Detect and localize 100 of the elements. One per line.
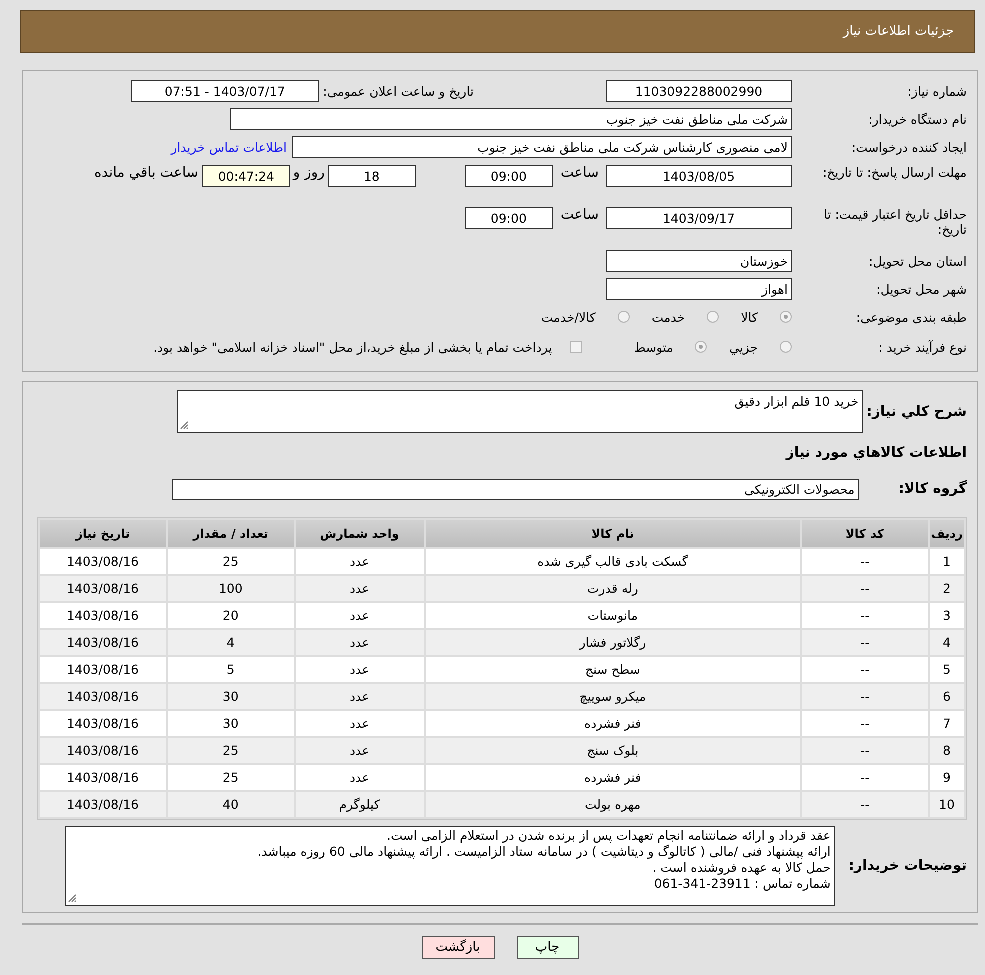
table-cell: فنر فشرده	[426, 711, 800, 736]
table-cell: گسکت بادی قالب گیری شده	[426, 549, 800, 574]
table-cell: 1403/08/16	[40, 765, 166, 790]
table-cell: --	[802, 765, 928, 790]
field-label: شماره نیاز:	[906, 84, 967, 98]
table-cell: 1403/08/16	[40, 738, 166, 763]
table-cell: 3	[930, 603, 964, 628]
table-cell: --	[802, 630, 928, 655]
radio-button[interactable]	[780, 341, 792, 353]
column-header: واحد شمارش	[296, 520, 424, 547]
buyer-field: شرکت ملی مناطق نفت خیز جنوب	[230, 108, 792, 130]
creator-field: لامی منصوری کارشناس شرکت ملی مناطق نفت خیز جنوب	[292, 136, 792, 158]
field-label: تاریخ و ساعت اعلان عمومی:	[323, 84, 474, 98]
announce-date-field: 1403/07/17 - 07:51	[131, 80, 320, 102]
time-label: ساعت	[560, 165, 599, 181]
resize-grip-icon[interactable]	[180, 421, 189, 430]
table-cell: --	[802, 711, 928, 736]
table-cell: رله قدرت	[426, 576, 800, 601]
table-cell: --	[802, 684, 928, 709]
goods-group-field: محصولات الکترونیکی	[172, 478, 859, 500]
radio-button[interactable]	[707, 311, 720, 323]
table-cell: 1	[930, 549, 964, 574]
table-cell: 25	[168, 738, 294, 763]
checkbox[interactable]	[570, 341, 582, 353]
need-number-field: 1103092288002990	[606, 80, 792, 102]
table-cell: 40	[168, 792, 294, 817]
table-cell: 1403/08/16	[40, 549, 166, 574]
remaining-time-field: 00:47:24	[202, 165, 290, 187]
option-label: خدمت	[652, 310, 686, 324]
field-label: مهلت ارسال پاسخ: تا تاریخ:	[822, 165, 967, 180]
column-header: کد کالا	[802, 520, 928, 547]
table-cell: --	[802, 738, 928, 763]
table-cell: مهره بولت	[426, 792, 800, 817]
notes-text: عقد قرداد و ارائه ضمانتنامه انجام تعهدات پس از برنده شدن در استعلام الزامی است. ارائه پیشنهاد فنی /مالی ( کاتالوگ و دیتاشیت ) در سامانه ستاد الزامیست . ارائه پیشنهاد مالی 60 روزه میباشد. حمل کالا به عهده فروشنده است . شماره تماس : 23911-341-061	[258, 828, 831, 891]
option-label: کالا/خدمت	[541, 310, 596, 324]
table-cell: 1403/08/16	[40, 792, 166, 817]
table-cell: 1403/08/16	[40, 711, 166, 736]
table-cell: --	[802, 576, 928, 601]
field-label: نوع فرآیند خرید :	[878, 340, 967, 354]
date-field: 1403/08/05	[606, 165, 792, 187]
table-cell: 5	[168, 657, 294, 682]
field-label: ایجاد کننده درخواست:	[850, 140, 967, 154]
province-field: خوزستان	[606, 250, 792, 272]
table-cell: 30	[168, 684, 294, 709]
table-cell: میکرو سوییچ	[426, 684, 800, 709]
table-cell: عدد	[296, 684, 424, 709]
table-cell: 7	[930, 711, 964, 736]
table-cell: عدد	[296, 549, 424, 574]
table-cell: 9	[930, 765, 964, 790]
option-label: جزيي	[729, 340, 758, 354]
city-field: اهواز	[606, 278, 792, 300]
field-label: توضیحات خریدار:	[848, 858, 967, 874]
table-cell: 8	[930, 738, 964, 763]
contact-link[interactable]: اطلاعات تماس خریدار	[171, 140, 287, 154]
table-cell: 6	[930, 684, 964, 709]
option-label: متوسط	[634, 340, 674, 354]
column-header: ردیف	[930, 520, 964, 547]
table-cell: --	[802, 792, 928, 817]
table-cell: کیلوگرم	[296, 792, 424, 817]
column-header: تعداد / مقدار	[168, 520, 294, 547]
table-cell: سطح سنج	[426, 657, 800, 682]
radio-button[interactable]	[780, 311, 792, 323]
table-cell: رگلاتور فشار	[426, 630, 800, 655]
field-label: حداقل تاریخ اعتبار قیمت: تا تاریخ:	[822, 207, 967, 237]
time-field: 09:00	[464, 207, 553, 229]
table-cell: --	[802, 603, 928, 628]
page-title: جزئیات اطلاعات نیاز	[20, 10, 975, 53]
print-button[interactable]: چاپ	[516, 936, 578, 959]
radio-button[interactable]	[618, 311, 630, 323]
table-cell: 30	[168, 711, 294, 736]
field-label: طبقه بندی موضوعی:	[855, 310, 967, 324]
summary-text: خرید 10 قلم ابزار دقیق	[734, 394, 859, 409]
field-label: نام دستگاه خریدار:	[868, 112, 967, 126]
table-cell: 1403/08/16	[40, 657, 166, 682]
back-button[interactable]: بازگشت	[422, 936, 494, 959]
table-cell: بلوک سنج	[426, 738, 800, 763]
radio-button[interactable]	[695, 341, 708, 353]
table-cell: --	[802, 549, 928, 574]
table-cell: عدد	[296, 630, 424, 655]
column-header: تاریخ نیاز	[40, 520, 166, 547]
table-cell: 1403/08/16	[40, 576, 166, 601]
table-cell: 10	[930, 792, 964, 817]
days-label: روز و	[293, 165, 325, 181]
table-cell: 100	[168, 576, 294, 601]
field-label: شرح کلي نياز:	[866, 404, 967, 420]
field-label: گروه کالا:	[898, 481, 967, 497]
resize-grip-icon[interactable]	[68, 894, 77, 903]
table-cell: مانوستات	[426, 603, 800, 628]
table-cell: 25	[168, 765, 294, 790]
time-field: 09:00	[464, 165, 553, 187]
table-cell: عدد	[296, 765, 424, 790]
table-cell: عدد	[296, 603, 424, 628]
days-field: 18	[328, 165, 416, 187]
table-cell: 5	[930, 657, 964, 682]
table-cell: 4	[168, 630, 294, 655]
field-label: شهر محل تحویل:	[876, 282, 967, 296]
table-cell: عدد	[296, 657, 424, 682]
table-cell: عدد	[296, 711, 424, 736]
table-cell: 25	[168, 549, 294, 574]
table-cell: 1403/08/16	[40, 630, 166, 655]
